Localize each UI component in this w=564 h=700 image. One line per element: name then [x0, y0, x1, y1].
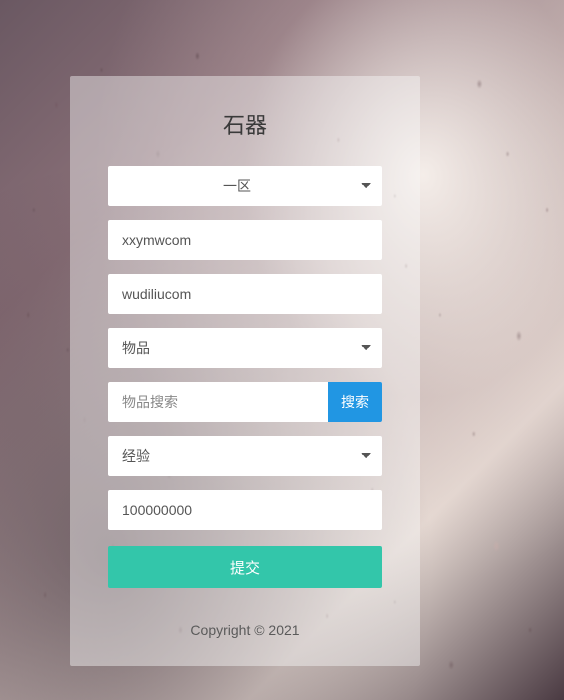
search-row: 搜索	[108, 382, 382, 422]
character-input[interactable]	[108, 274, 382, 314]
form-panel: 石器 一区 物品 搜索 经验 提交 Copyright © 2021	[70, 76, 420, 666]
amount-input[interactable]	[108, 490, 382, 530]
submit-button[interactable]: 提交	[108, 546, 382, 588]
search-button[interactable]: 搜索	[328, 382, 382, 422]
item-search-input[interactable]	[108, 382, 328, 422]
page-title: 石器	[108, 108, 382, 140]
region-select[interactable]: 一区	[108, 166, 382, 206]
account-input[interactable]	[108, 220, 382, 260]
copyright-text: Copyright © 2021	[108, 622, 382, 638]
reward-type-select[interactable]: 经验	[108, 436, 382, 476]
item-type-select[interactable]: 物品	[108, 328, 382, 368]
